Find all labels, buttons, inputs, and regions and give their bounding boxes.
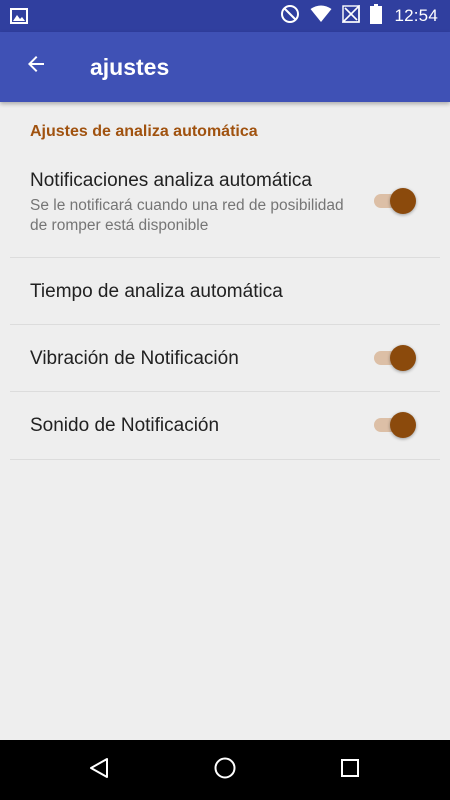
setting-summary: Se le notificará cuando una red de posib… [30, 197, 344, 234]
setting-notification-sound[interactable]: Sonido de Notificación [10, 392, 440, 460]
auto-scan-notifications-switch[interactable] [372, 186, 418, 216]
home-circle-icon [213, 756, 237, 785]
back-triangle-icon [87, 756, 111, 785]
app-toolbar: ajustes [0, 32, 450, 102]
switch-thumb [390, 188, 416, 214]
arrow-back-icon [24, 52, 48, 81]
notification-sound-switch[interactable] [372, 410, 418, 440]
nav-back-button[interactable] [79, 750, 119, 790]
status-icons: 12:54 [280, 0, 438, 32]
nav-home-button[interactable] [205, 750, 245, 790]
system-nav-bar [0, 740, 450, 800]
status-time: 12:54 [394, 6, 438, 25]
recents-square-icon [338, 756, 362, 785]
notification-vibration-switch[interactable] [372, 343, 418, 373]
setting-notification-vibration[interactable]: Vibración de Notificación [10, 325, 440, 392]
do-not-disturb-icon [280, 4, 300, 29]
nav-recents-button[interactable] [330, 750, 370, 790]
back-button[interactable] [14, 44, 58, 88]
setting-label: Tiempo de analiza automática [30, 281, 283, 302]
wifi-icon [310, 5, 332, 28]
no-signal-icon [341, 3, 361, 28]
setting-auto-scan-notifications[interactable]: Notificaciones analiza automática Se le … [10, 157, 440, 258]
switch-thumb [390, 412, 416, 438]
image-notification-icon [10, 8, 28, 24]
setting-label: Sonido de Notificación [30, 415, 220, 436]
section-header: Ajustes de analiza automática [30, 123, 258, 140]
settings-list: Ajustes de analiza automática Notificaci… [0, 102, 450, 740]
setting-label: Vibración de Notificación [30, 348, 239, 369]
switch-thumb [390, 345, 416, 371]
battery-icon [370, 3, 383, 29]
page-title: ajustes [90, 54, 170, 80]
setting-auto-scan-time[interactable]: Tiempo de analiza automática [10, 258, 440, 325]
status-bar: 12:54 [0, 0, 450, 32]
setting-label: Notificaciones analiza automática [30, 170, 312, 191]
